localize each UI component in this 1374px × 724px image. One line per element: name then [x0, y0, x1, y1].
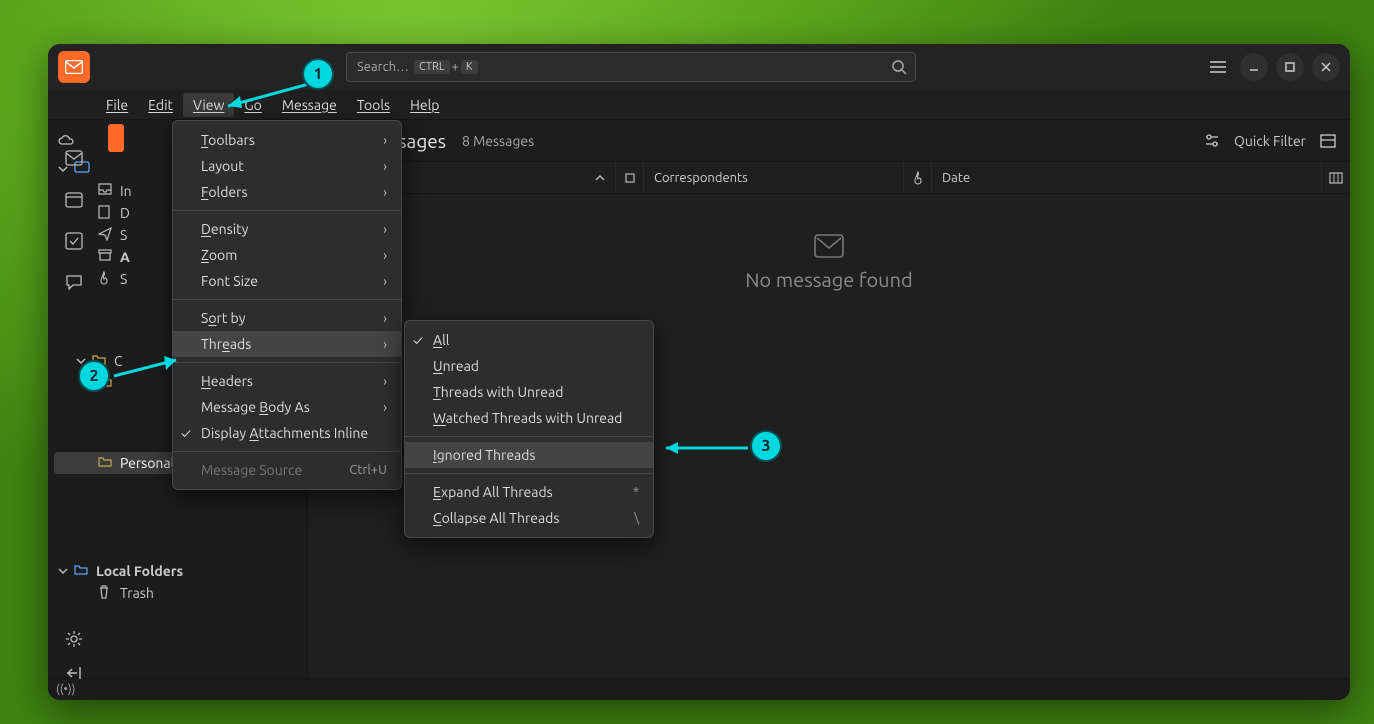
app-icon[interactable] — [58, 51, 90, 83]
view-menu: TToolbarsoolbars› Layout› Folders› Densi… — [172, 120, 402, 490]
calendar-space-icon[interactable] — [65, 190, 83, 208]
annotation-marker-1: 1 — [302, 58, 334, 90]
col-flag[interactable] — [616, 162, 644, 193]
view-threads[interactable]: Threads› — [173, 331, 401, 357]
separator — [405, 473, 653, 474]
menu-help[interactable]: Help — [400, 93, 449, 117]
spaces-toolbar-bottom — [60, 630, 88, 680]
threads-submenu: ✓All Unread Threads with Unread Watched … — [404, 320, 654, 538]
view-toolbars[interactable]: TToolbarsoolbars› — [173, 127, 401, 153]
view-headers[interactable]: Headers› — [173, 368, 401, 394]
empty-text: No message found — [745, 268, 912, 291]
collapse-icon[interactable] — [65, 666, 83, 680]
fire-icon — [912, 171, 924, 185]
separator — [173, 362, 401, 363]
hamburger-button[interactable] — [1204, 53, 1232, 81]
view-zoom[interactable]: Zoom› — [173, 242, 401, 268]
trash-icon — [98, 585, 114, 601]
local-folders-row[interactable]: Local Folders — [54, 560, 301, 582]
broadcast-icon: ((•)) — [56, 683, 75, 696]
folder-icon — [74, 563, 90, 579]
col-date[interactable]: Date — [932, 162, 1322, 193]
folder-icon — [98, 455, 114, 471]
quick-filter-label[interactable]: Quick Filter — [1234, 133, 1306, 149]
sent-icon — [98, 227, 114, 243]
annotation-arrow-3 — [656, 438, 756, 458]
window-controls — [1204, 53, 1340, 81]
threads-expand-all[interactable]: Expand All Threads* — [405, 479, 653, 505]
close-button[interactable] — [1312, 53, 1340, 81]
chat-space-icon[interactable] — [65, 274, 83, 290]
mail-icon — [65, 60, 83, 74]
sliders-icon[interactable] — [1204, 134, 1220, 148]
tasks-space-icon[interactable] — [65, 232, 83, 250]
threads-unread[interactable]: Unread — [405, 353, 653, 379]
threads-collapse-all[interactable]: Collapse All Threads\ — [405, 505, 653, 531]
separator — [173, 299, 401, 300]
search-placeholder: Search… — [357, 60, 409, 74]
view-layout[interactable]: Layout› — [173, 153, 401, 179]
annotation-marker-3: 3 — [750, 430, 782, 462]
annotation-marker-2: 2 — [78, 360, 110, 392]
view-bodyas[interactable]: Message Body As› — [173, 394, 401, 420]
account-color-chip — [108, 124, 124, 152]
cloud-icon — [58, 133, 74, 149]
gear-icon[interactable] — [65, 630, 83, 648]
statusbar: ((•)) — [48, 678, 1350, 700]
view-fontsize[interactable]: Font Size› — [173, 268, 401, 294]
column-headers: Subject Correspondents Date — [308, 162, 1350, 194]
folder-header: onal Messages 8 Messages Quick Filter — [308, 120, 1350, 162]
threads-all[interactable]: ✓All — [405, 327, 653, 353]
menu-file[interactable]: File — [96, 93, 138, 117]
sort-asc-icon — [595, 174, 605, 182]
chevron-down-icon — [58, 566, 68, 576]
view-attachments[interactable]: ✓Display Attachments Inline — [173, 420, 401, 446]
col-correspondents[interactable]: Correspondents — [644, 162, 904, 193]
separator — [173, 451, 401, 452]
threads-watched-unread[interactable]: Watched Threads with Unread — [405, 405, 653, 431]
search-icon — [891, 59, 907, 75]
layout-icon[interactable] — [1320, 134, 1336, 148]
annotation-arrow-2 — [106, 354, 186, 384]
drafts-icon — [98, 205, 114, 221]
spaces-toolbar — [60, 150, 88, 290]
threads-ignored[interactable]: Ignored Threads — [405, 442, 653, 468]
view-sortby[interactable]: Sort by› — [173, 305, 401, 331]
minimize-button[interactable] — [1240, 53, 1268, 81]
menu-edit[interactable]: Edit — [138, 93, 183, 117]
message-count: 8 Messages — [462, 133, 534, 149]
maximize-button[interactable] — [1276, 53, 1304, 81]
folder-trash[interactable]: Trash — [54, 582, 301, 604]
kbd-plus: + — [452, 60, 459, 74]
archive-icon — [98, 249, 114, 265]
menu-tools[interactable]: Tools — [347, 93, 400, 117]
empty-mail-icon — [814, 234, 844, 258]
fire-icon — [98, 271, 114, 287]
mail-space-icon[interactable] — [65, 150, 83, 166]
view-folders[interactable]: Folders› — [173, 179, 401, 205]
separator — [405, 436, 653, 437]
inbox-icon — [98, 183, 114, 199]
col-spam[interactable] — [904, 162, 932, 193]
threads-with-unread[interactable]: Threads with Unread — [405, 379, 653, 405]
kbd-ctrl: CTRL — [414, 60, 450, 74]
view-density[interactable]: Density› — [173, 216, 401, 242]
view-source: Message SourceCtrl+U — [173, 457, 401, 483]
separator — [173, 210, 401, 211]
columns-icon — [1329, 172, 1343, 184]
tag-icon — [624, 172, 636, 184]
col-picker[interactable] — [1322, 162, 1350, 193]
kbd-k: K — [461, 60, 478, 74]
search-input[interactable]: Search… CTRL + K — [346, 52, 916, 82]
